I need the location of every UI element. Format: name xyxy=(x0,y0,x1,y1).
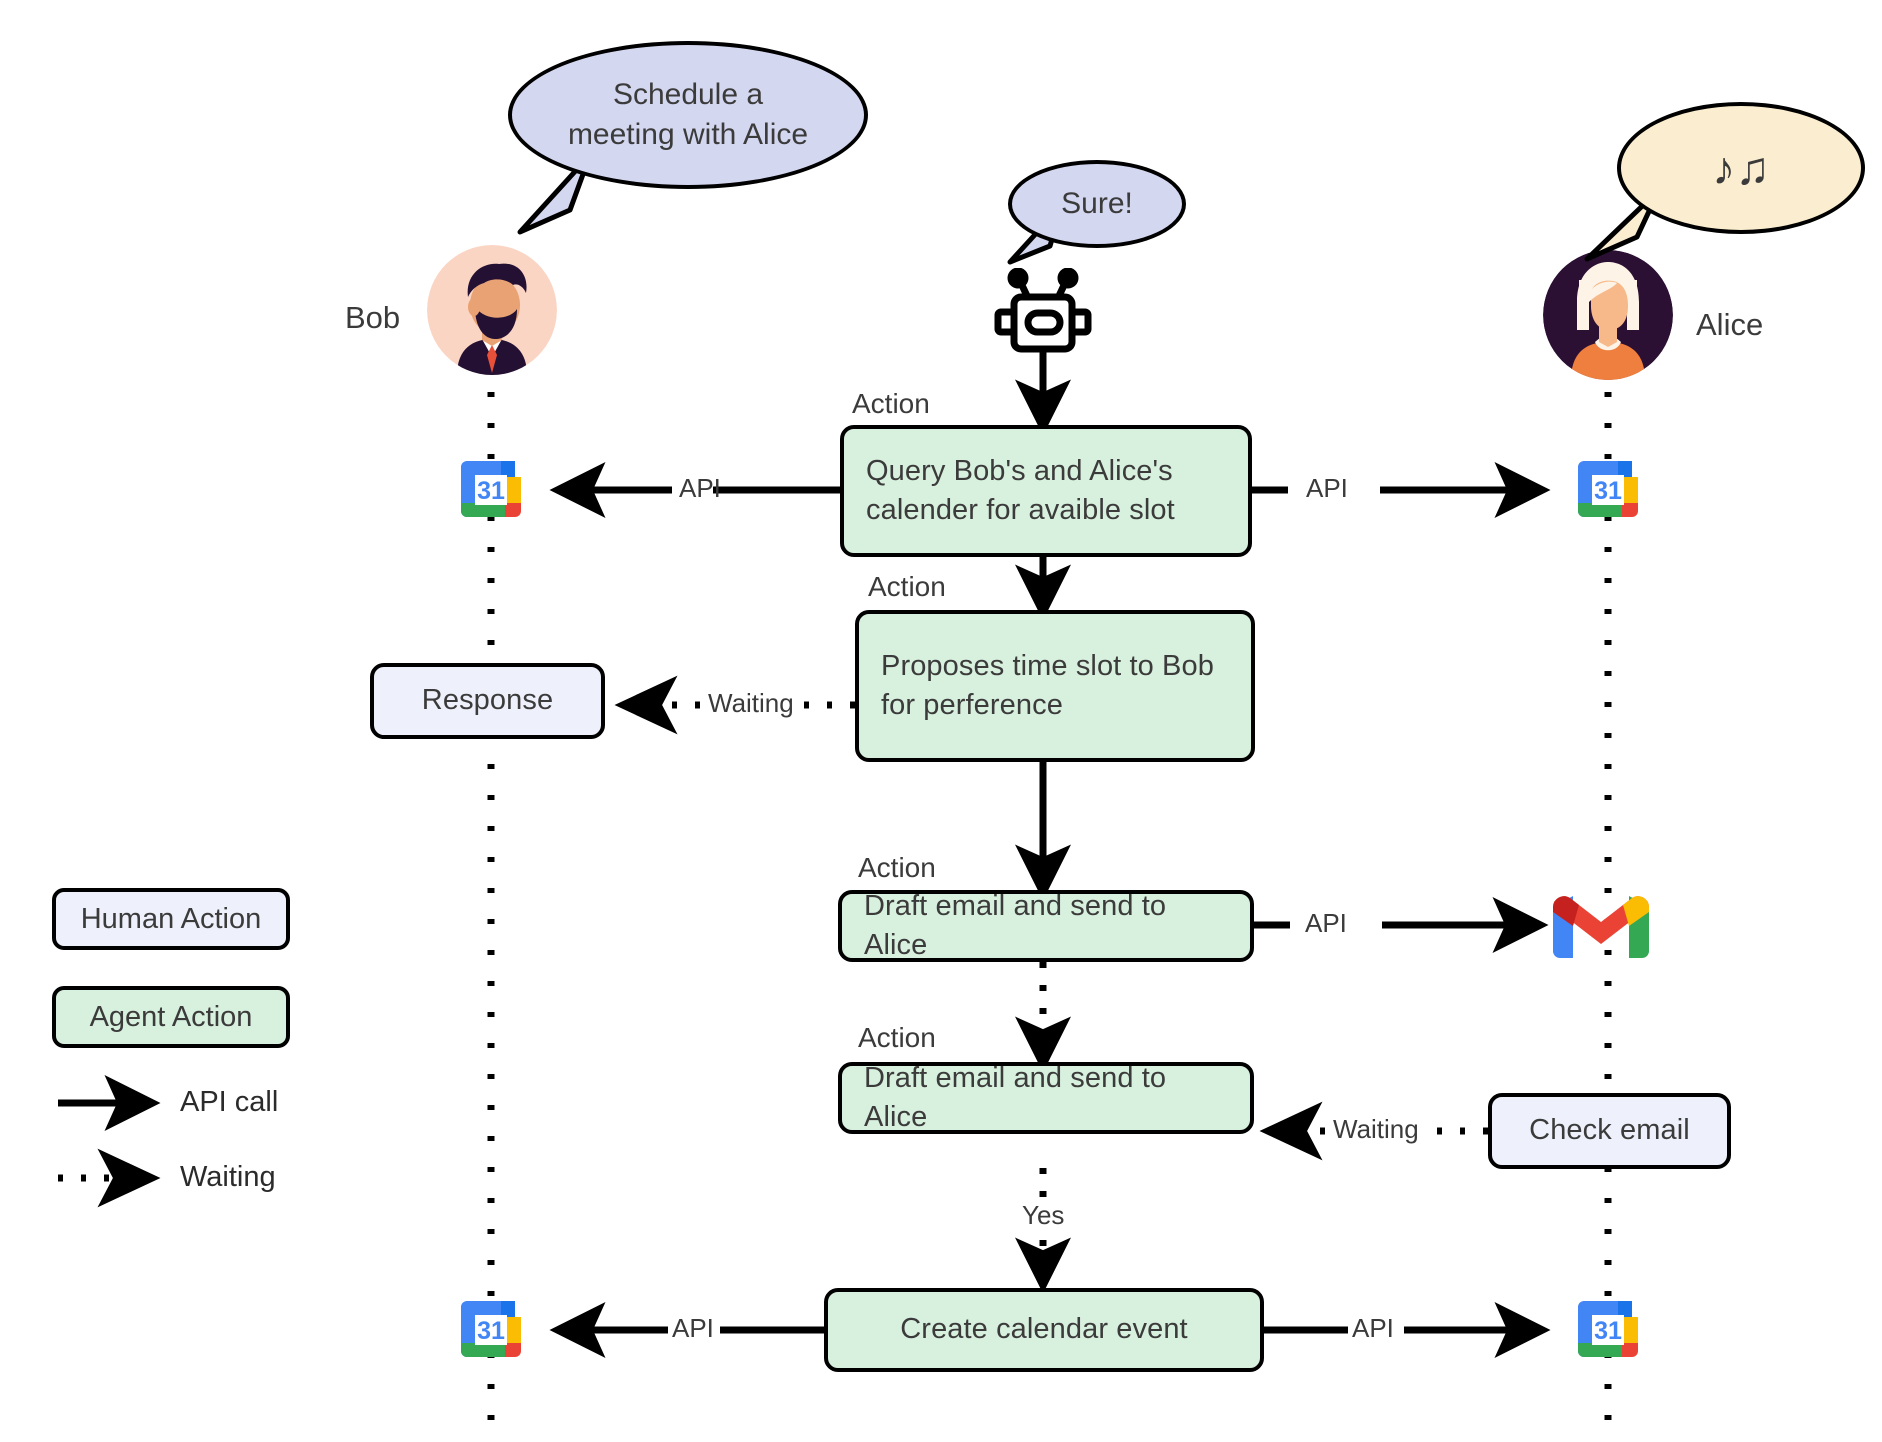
bob-bubble-line1: Schedule a xyxy=(612,78,764,112)
robot-icon xyxy=(994,268,1092,353)
edge-label-yes: Yes xyxy=(1022,1200,1065,1230)
agent-action-draft-email-2[interactable]: Draft email and send to Alice xyxy=(838,1062,1254,1134)
bob-avatar xyxy=(427,245,557,375)
legend-api-call-label: API call xyxy=(180,1086,279,1118)
svg-text:31: 31 xyxy=(477,1317,505,1345)
agent-action-draft-email-1[interactable]: Draft email and send to Alice xyxy=(838,890,1254,962)
actor-label-alice: Alice xyxy=(1696,307,1764,342)
google-calendar-icon[interactable]: 31 xyxy=(1572,455,1644,527)
legend-human-action-label: Human Action xyxy=(80,902,262,935)
edge-label-api-gmail: API xyxy=(1305,908,1347,938)
edge-label-api-bob-query: API xyxy=(679,473,721,503)
action-label-propose: Action xyxy=(868,571,946,602)
music-note-icon: ♪♫ xyxy=(1712,141,1770,194)
agent-action-propose-slot[interactable]: Proposes time slot to Bob for perference xyxy=(855,610,1255,762)
svg-text:31: 31 xyxy=(477,477,505,505)
bob-speech-bubble: Schedule a meeting with Alice xyxy=(508,41,868,189)
agent-action-query-calendars[interactable]: Query Bob's and Alice's calender for ava… xyxy=(840,425,1252,557)
legend-agent-action: Agent Action xyxy=(52,986,290,1048)
query-line2: calender for avaible slot xyxy=(866,494,1175,526)
diagram-canvas: Schedule a meeting with Alice Bob Sure! … xyxy=(0,0,1882,1442)
create-event-text: Create calendar event xyxy=(900,1313,1188,1346)
google-calendar-icon[interactable]: 31 xyxy=(455,1295,527,1367)
action-label-query: Action xyxy=(852,388,930,419)
draft2-text: Draft email and send to Alice xyxy=(864,1061,1167,1133)
propose-line1: Proposes time slot to Bob xyxy=(881,649,1214,682)
edge-label-api-bob-create: API xyxy=(672,1313,714,1343)
propose-line2: for perference xyxy=(881,689,1063,721)
action-label-draft1: Action xyxy=(858,852,936,883)
human-action-check-email[interactable]: Check email xyxy=(1488,1093,1731,1169)
edge-label-api-alice-create: API xyxy=(1352,1313,1394,1343)
google-calendar-icon[interactable]: 31 xyxy=(1572,1295,1644,1367)
draft1-text: Draft email and send to Alice xyxy=(864,889,1167,961)
svg-text:31: 31 xyxy=(1594,477,1622,505)
actor-label-bob: Bob xyxy=(345,300,401,335)
query-line1: Query Bob's and Alice's xyxy=(866,454,1173,487)
bob-bubble-line2: meeting with Alice xyxy=(567,118,809,151)
response-label: Response xyxy=(421,684,554,717)
legend-waiting-label: Waiting xyxy=(180,1161,276,1193)
human-action-response[interactable]: Response xyxy=(370,663,605,739)
edge-label-waiting-check-email: Waiting xyxy=(1333,1114,1419,1144)
gmail-icon[interactable] xyxy=(1552,890,1650,962)
robot-bubble-text: Sure! xyxy=(1061,187,1133,221)
agent-action-create-event[interactable]: Create calendar event xyxy=(824,1288,1264,1372)
edge-label-waiting-response: Waiting xyxy=(708,688,794,718)
svg-text:31: 31 xyxy=(1594,1317,1622,1345)
google-calendar-icon[interactable]: 31 xyxy=(455,455,527,527)
alice-speech-bubble: ♪♫ xyxy=(1617,102,1865,234)
edge-label-api-alice-query: API xyxy=(1306,473,1348,503)
action-label-draft2: Action xyxy=(858,1022,936,1053)
legend-human-action: Human Action xyxy=(52,888,290,950)
legend-agent-action-label: Agent Action xyxy=(89,1000,253,1033)
check-email-label: Check email xyxy=(1529,1114,1690,1147)
robot-speech-bubble: Sure! xyxy=(1008,160,1186,248)
